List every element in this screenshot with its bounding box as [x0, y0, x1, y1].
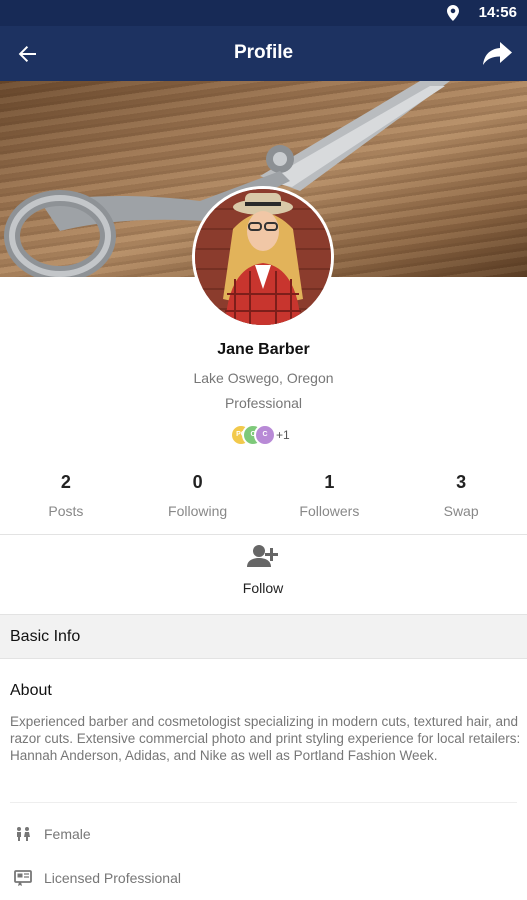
follow-label: Follow: [242, 580, 284, 596]
avatar[interactable]: [192, 186, 334, 328]
profile-name: Jane Barber: [217, 341, 310, 358]
app-bar: Profile: [0, 26, 527, 81]
detail-text: Licensed Professional: [44, 870, 181, 886]
section-title: Basic Info: [10, 628, 81, 645]
stat-value: 3: [456, 472, 467, 492]
stat-label: Posts: [48, 503, 84, 519]
badge: C: [254, 424, 276, 446]
stat-label: Swap: [443, 503, 479, 519]
stat-followers[interactable]: 1 Followers: [264, 470, 396, 532]
page-title: Profile: [233, 42, 294, 63]
gender-icon: [12, 824, 34, 844]
profile-location: Lake Oswego, Oregon: [193, 370, 334, 386]
stat-swap[interactable]: 3 Swap: [395, 470, 527, 532]
stat-posts[interactable]: 2 Posts: [0, 470, 132, 532]
divider: [0, 534, 527, 535]
status-bar: 14:56: [0, 0, 527, 26]
license-icon: [12, 868, 34, 888]
status-time: 14:56: [478, 4, 517, 21]
basic-info-header: Basic Info: [0, 614, 527, 659]
stat-label: Followers: [299, 503, 360, 519]
about-title: About: [10, 682, 52, 699]
detail-text: Female: [44, 826, 91, 842]
stat-value: 1: [324, 472, 335, 492]
location-pin-icon: [447, 5, 459, 21]
detail-gender: Female: [12, 823, 91, 845]
detail-license: Licensed Professional: [12, 867, 181, 889]
share-icon[interactable]: [481, 38, 513, 68]
follow-button[interactable]: Follow: [213, 544, 313, 606]
badge-more-count: +1: [276, 428, 290, 442]
stat-following[interactable]: 0 Following: [132, 470, 264, 532]
badge-group[interactable]: PC C C +1: [230, 424, 310, 448]
profile-stats: 2 Posts 0 Following 1 Followers 3 Swap: [0, 470, 527, 532]
stat-label: Following: [168, 503, 228, 519]
about-text: Experienced barber and cosmetologist spe…: [10, 714, 521, 763]
divider: [10, 802, 517, 803]
profile-photo: [195, 189, 331, 325]
add-person-icon: [247, 545, 278, 567]
stat-value: 0: [192, 472, 203, 492]
profile-role: Professional: [224, 395, 303, 411]
stat-value: 2: [60, 472, 71, 492]
